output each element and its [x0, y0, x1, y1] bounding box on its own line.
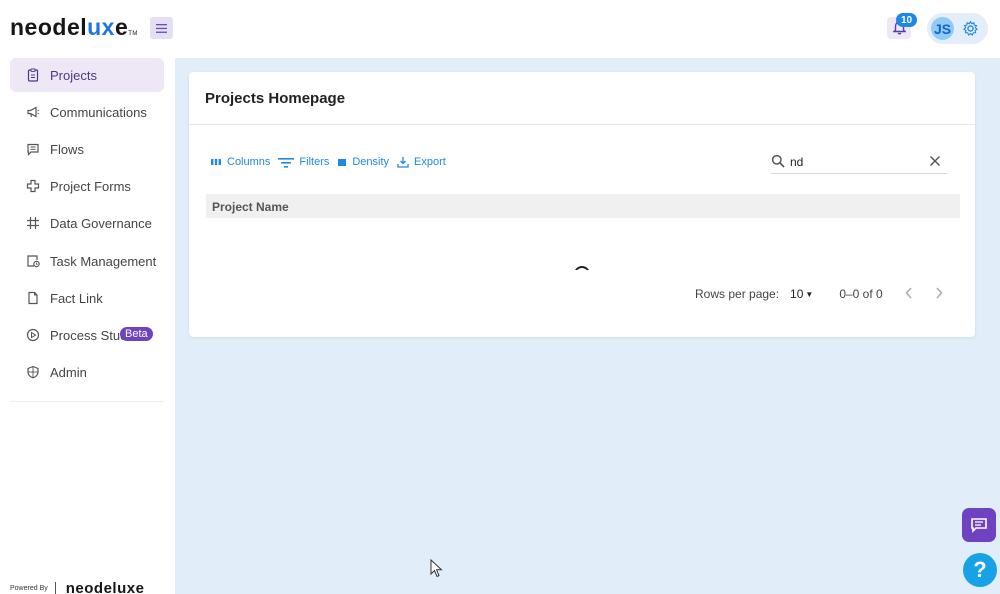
- columns-button[interactable]: Columns: [210, 156, 270, 168]
- filters-button[interactable]: Filters: [278, 156, 329, 168]
- search-icon: [771, 154, 785, 168]
- sidebar-divider: [10, 401, 164, 402]
- rows-per-page-label: Rows per page:: [695, 287, 780, 301]
- density-icon: [338, 158, 347, 166]
- sidebar-item-label: Flows: [50, 142, 84, 157]
- chevron-right-icon: [936, 287, 943, 299]
- sidebar-item-admin[interactable]: Admin: [10, 355, 164, 389]
- next-page-button[interactable]: [935, 286, 943, 302]
- chat-lines-icon: [27, 143, 39, 156]
- search-input[interactable]: nd: [771, 150, 947, 174]
- chat-icon: [971, 518, 987, 533]
- sidebar-item-communications[interactable]: Communications: [10, 95, 164, 129]
- hamburger-icon: [156, 23, 167, 33]
- notification-count-badge: 10: [896, 13, 917, 27]
- sidebar-item-label: Projects: [50, 68, 97, 83]
- columns-icon: [211, 159, 221, 165]
- previous-page-button[interactable]: [905, 286, 913, 302]
- grid-toolbar: Columns Filters Density Export: [210, 156, 454, 168]
- clipboard-icon: [27, 68, 39, 82]
- sidebar-item-label: Data Governance: [50, 216, 152, 231]
- mouse-cursor-icon: [430, 559, 443, 578]
- download-icon: [397, 157, 409, 168]
- puzzle-icon: [26, 179, 40, 193]
- sidebar-item-process-studio[interactable]: Process Stud Beta: [10, 318, 164, 352]
- sidebar-item-label: Task Management: [50, 254, 157, 269]
- shield-icon: [27, 365, 39, 379]
- question-mark-icon: ?: [973, 557, 987, 582]
- rows-per-page-select[interactable]: 10 ▼: [790, 287, 813, 301]
- projects-card: Projects Homepage Columns Filters Densit…: [189, 72, 975, 337]
- sidebar-item-fact-link[interactable]: Fact Link: [10, 281, 164, 315]
- powered-by-separator: [54, 581, 56, 594]
- sidebar: Projects Communications Flows Project Fo…: [0, 58, 175, 594]
- gear-icon[interactable]: [962, 20, 979, 37]
- document-icon: [28, 291, 38, 305]
- sidebar-item-data-governance[interactable]: Data Governance: [10, 206, 164, 240]
- loading-spinner: [574, 266, 590, 270]
- pagination: Rows per page: 10 ▼ 0–0 of 0: [695, 286, 943, 302]
- hamburger-menu-button[interactable]: [150, 17, 173, 39]
- sidebar-item-label: Project Forms: [50, 179, 131, 194]
- page-title: Projects Homepage: [205, 90, 346, 107]
- footer-logo: neodeluxe: [65, 580, 145, 594]
- play-circle-icon: [26, 328, 40, 342]
- column-header-project-name[interactable]: Project Name: [212, 200, 289, 214]
- help-button[interactable]: ?: [963, 553, 997, 587]
- sidebar-item-label: Admin: [50, 365, 87, 380]
- main-content: Projects Homepage Columns Filters Densit…: [175, 58, 1000, 594]
- beta-badge: Beta: [120, 327, 153, 341]
- task-clock-icon: [27, 255, 40, 268]
- chevron-left-icon: [905, 287, 912, 299]
- page-range: 0–0 of 0: [839, 287, 883, 301]
- sidebar-item-task-management[interactable]: Task Management: [10, 244, 164, 278]
- powered-by-footer: Powered By neodeluxe: [10, 580, 144, 594]
- sidebar-item-label: Communications: [50, 105, 147, 120]
- powered-by-label: Powered By: [10, 585, 48, 592]
- caret-down-icon: ▼: [805, 289, 814, 299]
- chat-button[interactable]: [962, 508, 996, 542]
- user-menu[interactable]: JS: [927, 13, 988, 44]
- sidebar-item-label: Process Stud: [50, 328, 128, 343]
- avatar: JS: [931, 17, 954, 40]
- card-divider: [189, 124, 975, 125]
- sidebar-item-project-forms[interactable]: Project Forms: [10, 169, 164, 203]
- sidebar-item-projects[interactable]: Projects: [10, 58, 164, 92]
- grid-header-row: Project Name: [206, 194, 960, 218]
- sidebar-item-flows[interactable]: Flows: [10, 132, 164, 166]
- brand-logo[interactable]: neodeluxeTM: [10, 14, 138, 41]
- close-icon[interactable]: [929, 155, 941, 167]
- density-button[interactable]: Density: [337, 156, 389, 168]
- sidebar-item-label: Fact Link: [50, 291, 103, 306]
- filter-icon: [278, 157, 295, 168]
- megaphone-icon: [27, 106, 40, 118]
- app-header: neodeluxeTM 10 JS: [0, 0, 1000, 58]
- search-value: nd: [790, 155, 804, 169]
- export-button[interactable]: Export: [397, 156, 446, 168]
- grid-hash-icon: [27, 217, 39, 229]
